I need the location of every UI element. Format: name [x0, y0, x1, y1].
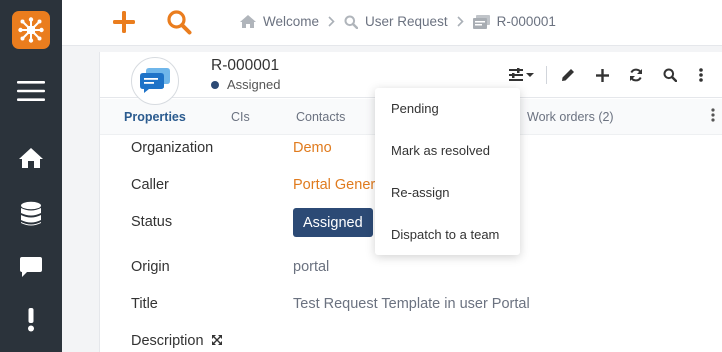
menu-item-mark-as-resolved[interactable]: Mark as resolved — [391, 143, 490, 158]
tab-cis[interactable]: CIs — [231, 110, 250, 124]
breadcrumb-user-request[interactable]: User Request — [344, 14, 448, 29]
hamburger-icon — [17, 81, 45, 101]
home-icon — [240, 15, 256, 28]
tab-properties[interactable]: Properties — [124, 110, 186, 124]
breadcrumb: Welcome User Request R-000001 — [240, 14, 556, 29]
field-label: Status — [131, 214, 173, 230]
top-bar: Welcome User Request R-000001 — [62, 0, 722, 46]
chevron-right-icon — [328, 16, 335, 27]
menu-toggle-button[interactable] — [0, 80, 62, 102]
home-nav-button[interactable] — [0, 147, 62, 169]
ticket-icon — [472, 14, 490, 29]
expand-icon[interactable] — [211, 333, 222, 349]
status-badge: Assigned — [293, 208, 373, 237]
object-search-button[interactable] — [653, 64, 687, 86]
menu-item-re-assign[interactable]: Re-assign — [391, 185, 450, 200]
database-nav-button[interactable] — [0, 201, 62, 227]
field-title: Title Test Request Template in user Port… — [100, 296, 722, 326]
transitions-dropdown-icon — [509, 68, 534, 81]
home-icon — [19, 148, 43, 168]
plus-icon — [595, 68, 609, 82]
object-reference: R-000001 — [211, 57, 280, 74]
chevron-right-icon — [457, 16, 464, 27]
organization-link[interactable]: Demo — [293, 140, 332, 156]
breadcrumb-welcome[interactable]: Welcome — [240, 14, 319, 29]
more-actions-button[interactable] — [687, 64, 715, 86]
menu-item-pending[interactable]: Pending — [391, 101, 439, 116]
breadcrumb-label: User Request — [365, 14, 448, 29]
transitions-menu-button[interactable] — [502, 64, 542, 86]
field-description: Description — [100, 333, 722, 352]
tab-contacts[interactable]: Contacts — [296, 110, 345, 124]
kebab-menu-icon — [711, 108, 715, 122]
app-logo[interactable] — [12, 11, 50, 49]
menu-item-dispatch-to-team[interactable]: Dispatch to a team — [391, 227, 499, 242]
kebab-menu-icon — [699, 68, 703, 82]
status-text: Assigned — [227, 77, 281, 92]
tabs-more-button[interactable] — [711, 108, 715, 127]
refresh-icon — [630, 68, 642, 82]
caller-link[interactable]: Portal Gener — [293, 177, 375, 193]
logo-icon — [18, 17, 44, 43]
transitions-dropdown-menu: Pending Mark as resolved Re-assign Dispa… — [375, 88, 520, 255]
sidebar — [0, 0, 62, 352]
field-origin: Origin portal — [100, 259, 722, 289]
new-object-button[interactable] — [112, 10, 136, 39]
field-label: Title — [131, 296, 158, 312]
tab-work-orders[interactable]: Work orders (2) — [527, 110, 614, 124]
plus-icon — [113, 11, 135, 33]
create-button[interactable] — [585, 64, 619, 86]
database-icon — [21, 201, 41, 226]
user-request-icon — [140, 68, 170, 93]
search-icon — [344, 15, 359, 29]
field-label: Description — [131, 333, 222, 349]
toolbar-divider — [546, 66, 547, 84]
exclamation-icon — [28, 308, 34, 332]
field-value: portal — [293, 259, 330, 275]
breadcrumb-ticket[interactable]: R-000001 — [472, 14, 556, 29]
chat-icon — [20, 257, 42, 277]
field-label: Caller — [131, 177, 169, 193]
object-toolbar — [502, 64, 715, 86]
object-status: Assigned — [211, 77, 280, 92]
search-icon — [167, 10, 192, 35]
global-search-button[interactable] — [166, 9, 192, 40]
pencil-icon — [562, 69, 574, 81]
edit-button[interactable] — [551, 64, 585, 86]
field-value: Test Request Template in user Portal — [293, 296, 530, 312]
status-dot — [211, 80, 219, 89]
alert-nav-button[interactable] — [0, 308, 62, 332]
search-icon — [663, 68, 677, 82]
chat-nav-button[interactable] — [0, 256, 62, 278]
object-avatar — [131, 57, 179, 105]
refresh-button[interactable] — [619, 64, 653, 86]
field-label: Organization — [131, 140, 214, 156]
field-label: Origin — [131, 259, 170, 275]
breadcrumb-label: R-000001 — [496, 14, 556, 29]
breadcrumb-label: Welcome — [263, 14, 320, 29]
